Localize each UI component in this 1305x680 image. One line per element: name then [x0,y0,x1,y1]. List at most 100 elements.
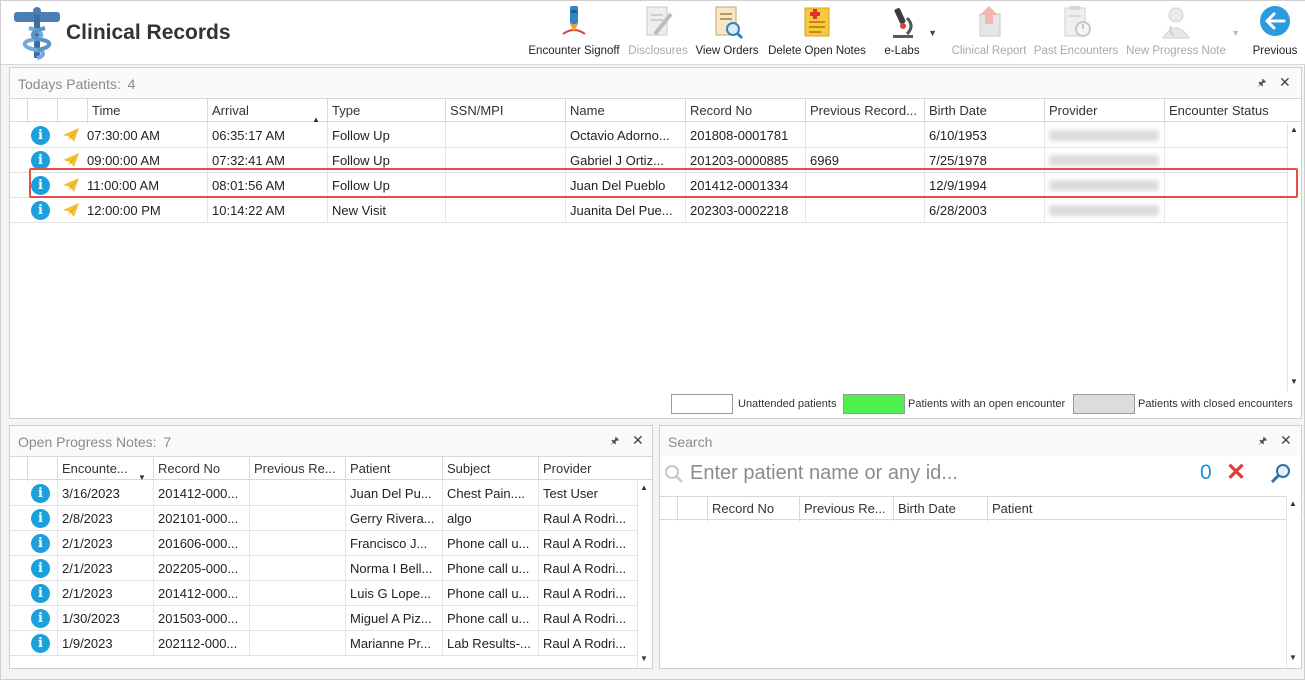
todays-patients-header: Todays Patients: 4 🖈 ✕ [10,68,1301,98]
cell-patient: Marianne Pr... [345,631,442,656]
table-row[interactable]: i 07:30:00 AM 06:35:17 AM Follow Up Octa… [10,123,1287,148]
table-row[interactable]: i 2/1/2023 202205-000... Norma I Bell... Pho… [10,556,637,581]
column-birth-date[interactable]: Birth Date [924,99,1044,123]
close-icon[interactable]: ✕ [632,432,644,449]
open-notes-grid-header: Encounte... ▼ Record No Previous Re... P… [10,456,652,481]
info-icon[interactable]: i [31,484,50,503]
column-previous-record[interactable]: Previous Record... [805,99,924,123]
close-icon[interactable]: ✕ [1279,74,1291,91]
scroll-up-icon[interactable]: ▲ [640,483,648,492]
info-icon[interactable]: i [31,126,50,145]
cell-subject: Phone call u... [442,556,538,581]
column-type[interactable]: Type [327,99,445,123]
clinical-report-button[interactable]: Clinical Report [949,4,1029,62]
info-icon[interactable]: i [31,634,50,653]
column-patient[interactable]: Patient [345,457,442,481]
table-row[interactable]: i 12:00:00 PM 10:14:22 AM New Visit Juan… [10,198,1287,223]
table-row[interactable]: i 3/16/2023 201412-000... Juan Del Pu... Che… [10,481,637,506]
signature-pen-icon [562,6,586,35]
info-icon[interactable]: i [31,559,50,578]
search-header: Search 🖈 ✕ [660,426,1301,456]
cell-subject: Chest Pain.... [442,481,538,506]
cell-encounter-date: 3/16/2023 [57,481,153,506]
cell-encounter-date: 2/1/2023 [57,581,153,606]
microscope-icon [893,8,913,38]
table-row[interactable]: i 2/1/2023 201412-000... Luis G Lope... Phon… [10,581,637,606]
delete-open-notes-button[interactable]: Delete Open Notes [765,4,869,62]
view-orders-button[interactable]: View Orders [694,4,760,62]
scroll-up-icon[interactable]: ▲ [1289,499,1297,508]
document-magnifier-icon [715,6,744,40]
cell-provider: Raul A Rodri... [538,506,637,531]
open-progress-notes-title-text: Open Progress Notes: [18,434,157,450]
scroll-up-icon[interactable]: ▲ [1290,125,1298,134]
column-indicator [677,497,707,521]
cell-previous-record [249,606,345,631]
column-arrival[interactable]: Arrival ▲ [207,99,327,123]
cell-record-no: 201808-0001781 [685,123,805,148]
info-icon[interactable]: i [31,201,50,220]
legend-label-open: Patients with an open encounter [908,398,1066,410]
search-result-count: 0 [1200,461,1212,484]
table-row[interactable]: i 2/8/2023 202101-000... Gerry Rivera... alg… [10,506,637,531]
column-subject[interactable]: Subject [442,457,538,481]
table-row[interactable]: i 2/1/2023 201606-000... Francisco J... Phon… [10,531,637,556]
info-icon[interactable]: i [31,534,50,553]
pin-icon[interactable]: 🖈 [610,434,619,451]
column-ssn[interactable]: SSN/MPI [445,99,565,123]
cell-subject: Phone call u... [442,531,538,556]
new-progress-note-button[interactable]: New Progress Note ▼ [1124,4,1240,62]
pin-icon[interactable]: 🖈 [1258,434,1267,451]
encounter-signoff-button[interactable]: Encounter Signoff [526,4,622,62]
cell-status [1164,123,1287,148]
close-icon[interactable]: ✕ [1280,432,1292,449]
scroll-down-icon[interactable]: ▼ [640,654,648,663]
info-icon[interactable]: i [31,609,50,628]
cell-record-no: 202205-000... [153,556,249,581]
table-row[interactable]: i 1/9/2023 202112-000... Marianne Pr... Lab … [10,631,637,656]
pin-icon[interactable]: 🖈 [1257,76,1266,93]
e-labs-button[interactable]: e-Labs ▼ [881,4,937,62]
encounter-signoff-label: Encounter Signoff [528,45,620,57]
column-time[interactable]: Time [87,99,207,123]
column-encounter[interactable]: Encounte... ▼ [57,457,153,481]
todays-patients-scrollbar[interactable]: ▲ ▼ [1287,123,1301,391]
past-encounters-button[interactable]: Past Encounters [1033,4,1119,62]
todays-patients-title-text: Todays Patients: [18,76,121,92]
open-progress-notes-panel: Open Progress Notes: 7 🖈 ✕ Encounte... ▼… [9,425,653,669]
disclosures-button[interactable]: Disclosures [628,4,688,62]
cell-type: New Visit [327,198,445,223]
redacted-text [1049,130,1159,141]
column-birth-date[interactable]: Birth Date [893,497,987,521]
cell-record-no: 201412-000... [153,481,249,506]
chevron-down-icon[interactable]: ▼ [928,28,937,38]
scroll-down-icon[interactable]: ▼ [1290,377,1298,386]
column-provider[interactable]: Provider [1044,99,1164,123]
info-icon[interactable]: i [31,509,50,528]
cell-encounter-date: 1/30/2023 [57,606,153,631]
column-record-no[interactable]: Record No [685,99,805,123]
column-previous-record[interactable]: Previous Re... [249,457,345,481]
cell-arrival: 06:35:17 AM [207,123,327,148]
open-notes-scrollbar[interactable]: ▲ ▼ [637,481,651,668]
chevron-down-icon[interactable]: ▼ [1231,28,1240,38]
column-indicator [27,99,57,123]
clear-search-icon[interactable]: ✕ [1226,458,1246,487]
info-icon[interactable]: i [31,584,50,603]
cell-record-no: 202101-000... [153,506,249,531]
table-row[interactable]: i 1/30/2023 201503-000... Miguel A Piz... Ph… [10,606,637,631]
column-record-no[interactable]: Record No [707,497,803,521]
scroll-down-icon[interactable]: ▼ [1289,653,1297,662]
new-progress-note-label: New Progress Note [1126,45,1226,57]
magnifier-search-icon[interactable] [1270,463,1292,485]
column-patient[interactable]: Patient [987,497,1287,521]
search-input[interactable] [690,459,1190,487]
column-provider[interactable]: Provider [538,457,638,481]
column-previous-record[interactable]: Previous Re... [799,497,893,521]
column-name[interactable]: Name [565,99,685,123]
column-record-no[interactable]: Record No [153,457,249,481]
column-encounter-status[interactable]: Encounter Status [1164,99,1289,123]
previous-button[interactable]: Previous [1251,4,1299,62]
view-orders-label: View Orders [695,45,759,57]
search-scrollbar[interactable]: ▲ ▼ [1286,496,1300,668]
